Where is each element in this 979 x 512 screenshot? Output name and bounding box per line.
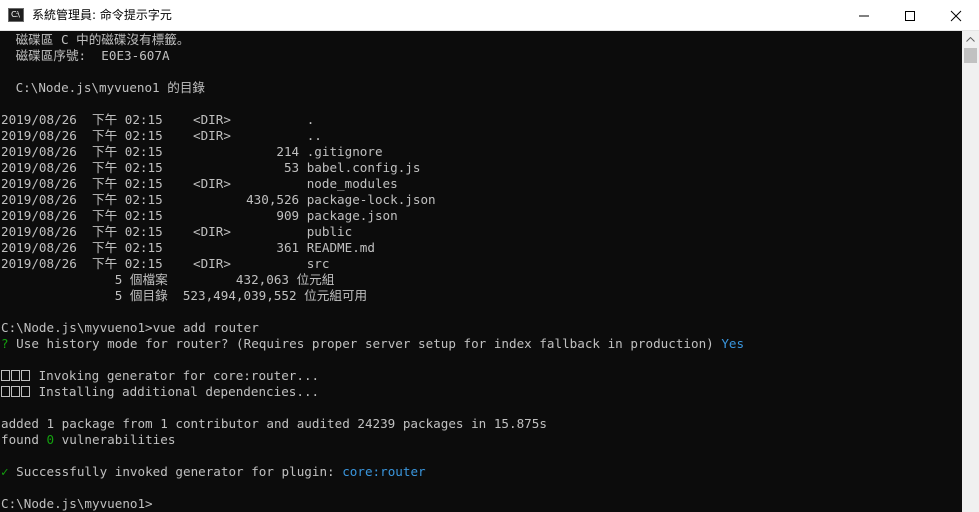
success-text: Successfully invoked generator for plugi… [8, 464, 343, 479]
volume-serial-line: 磁碟區序號: E0E3-607A [8, 48, 170, 63]
console-app-icon-label: C:\ [11, 10, 20, 19]
scroll-thumb[interactable] [964, 48, 977, 63]
current-prompt-line[interactable]: C:\Node.js\myvueno1> [1, 496, 153, 512]
npm-added-line: added 1 package from 1 contributor and a… [1, 416, 547, 431]
scroll-up-button[interactable] [962, 31, 979, 48]
history-mode-prompt-line: ? Use history mode for router? (Requires… [1, 336, 744, 352]
dir-entry: 2019/08/26 下午 02:15 <DIR> .. [1, 128, 322, 143]
close-icon [950, 10, 962, 22]
file-summary-line: 5 個檔案 432,063 位元組 [1, 272, 335, 287]
console-app-icon[interactable]: C:\ [8, 8, 24, 22]
spinner-box-icon [1, 386, 10, 397]
dir-entry: 2019/08/26 下午 02:15 214 .gitignore [1, 144, 383, 159]
success-line: ✓ Successfully invoked generator for plu… [1, 464, 426, 480]
checkmark-icon: ✓ [1, 464, 9, 479]
invoking-generator-line: Invoking generator for core:router... [1, 368, 319, 384]
dir-entry: 2019/08/26 下午 02:15 <DIR> . [1, 112, 315, 127]
console-output[interactable]: 磁碟區 C 中的磁碟沒有標籤。 磁碟區序號: E0E3-607A C:\Node… [0, 31, 962, 512]
installing-dependencies-text: Installing additional dependencies... [31, 384, 320, 399]
vulnerabilities-suffix: vulnerabilities [54, 432, 176, 447]
close-button[interactable] [933, 0, 979, 31]
dir-entry: 2019/08/26 下午 02:15 430,526 package-lock… [1, 192, 436, 207]
spinner-box-icon [1, 370, 10, 381]
maximize-button[interactable] [887, 0, 933, 31]
installing-dependencies-line: Installing additional dependencies... [1, 384, 319, 400]
minimize-button[interactable] [841, 0, 887, 31]
vulnerabilities-line: found 0 vulnerabilities [1, 432, 175, 448]
spinner-box-icon [21, 370, 30, 381]
minimize-icon [859, 15, 869, 17]
vertical-scrollbar[interactable] [962, 31, 979, 512]
history-mode-question: Use history mode for router? (Requires p… [8, 336, 722, 351]
spinner-box-icon [11, 386, 20, 397]
found-text: found [1, 432, 47, 447]
dir-entry: 2019/08/26 下午 02:15 <DIR> public [1, 224, 353, 239]
question-mark: ? [1, 336, 9, 351]
vulnerability-count: 0 [46, 432, 55, 447]
volume-label-line: 磁碟區 C 中的磁碟沒有標籤。 [8, 32, 190, 47]
chevron-up-icon [966, 37, 975, 42]
window-title: 系統管理員: 命令提示字元 [32, 8, 172, 22]
dir-entry: 2019/08/26 下午 02:15 53 babel.config.js [1, 160, 421, 175]
spinner-box-icon [11, 370, 20, 381]
spinner-box-icon [21, 386, 30, 397]
dir-entry: 2019/08/26 下午 02:15 909 package.json [1, 208, 398, 223]
dir-entry: 2019/08/26 下午 02:15 <DIR> src [1, 256, 330, 271]
command-line: C:\Node.js\myvueno1>vue add router [1, 320, 259, 335]
dir-entry: 2019/08/26 下午 02:15 <DIR> node_modules [1, 176, 398, 191]
dir-entry: 2019/08/26 下午 02:15 361 README.md [1, 240, 375, 255]
directory-of-line: C:\Node.js\myvueno1 的目錄 [8, 80, 206, 95]
maximize-icon [905, 11, 915, 21]
dir-summary-line: 5 個目錄 523,494,039,552 位元組可用 [1, 288, 368, 303]
command-prompt-window: C:\ 系統管理員: 命令提示字元 磁碟區 C 中的磁碟沒有標籤。 磁碟區序號:… [0, 0, 979, 512]
success-plugin-name: core:router [342, 464, 426, 479]
invoking-generator-text: Invoking generator for core:router... [31, 368, 320, 383]
history-mode-answer: Yes [721, 336, 745, 351]
title-bar[interactable]: C:\ 系統管理員: 命令提示字元 [0, 0, 979, 31]
